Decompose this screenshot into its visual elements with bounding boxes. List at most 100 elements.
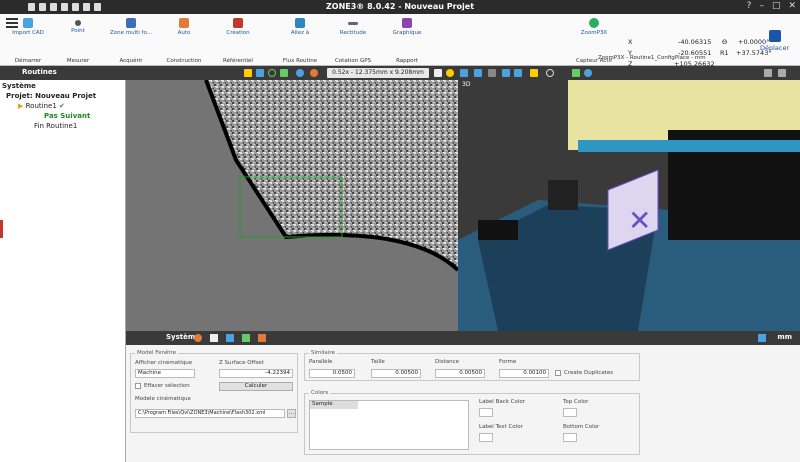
probe-icon[interactable] [530,69,538,77]
x-value: -40.06315 [678,38,712,46]
tree-end[interactable]: Fin Routine1 [34,122,77,130]
sun-icon[interactable] [244,69,252,77]
minimize-icon[interactable]: – [759,1,764,11]
creation-icon[interactable] [233,18,243,28]
point-icon[interactable] [75,20,81,26]
effacer-checkbox[interactable] [135,383,141,389]
panel-edge-marker [0,220,3,238]
title-bar: ZONE3® 8.0.42 - Nouveau Projet ? – □ ✕ [0,0,800,14]
zone-multi-focus-icon[interactable] [126,18,136,28]
colors-group: Colors Sample Label Back Color Top Color… [304,390,640,455]
select-circle-icon[interactable] [546,69,554,77]
edit-icon[interactable] [758,334,766,342]
ribbon-group-cotation-gps: Rectitude Cotation GPS [334,14,372,66]
pointer-icon[interactable] [256,69,264,77]
svg-text:✕: ✕ [628,204,651,237]
label-back-color-picker[interactable] [479,408,493,417]
allez-a-button[interactable]: Allez à [282,30,318,36]
rectitude-icon[interactable] [348,22,358,25]
close-icon[interactable]: ✕ [788,1,796,11]
top-color-picker[interactable] [563,408,577,417]
auto-icon[interactable] [179,18,189,28]
bottom-color-picker[interactable] [563,433,577,442]
deplacer-button[interactable]: Déplacer [760,30,789,52]
tool-icon[interactable] [764,69,772,77]
tree-routine[interactable]: ▶ Routine1 ✔ [18,102,65,110]
x-label: X [628,38,633,46]
import-cad-button[interactable]: Import CAD [10,30,46,36]
grid-icon[interactable] [474,69,482,77]
3d-view-label: 3D [462,81,471,88]
zone-multi-focus-button[interactable]: Zone multi fo... [110,30,152,36]
zoom-status: ZoomP3X - Routine1_ConfigPlace - mm [598,55,706,61]
crosshair-icon[interactable] [460,69,468,77]
camera-image [126,80,458,331]
camera-icon[interactable] [488,69,496,77]
point-tool-icon[interactable] [584,69,592,77]
unit-label: mm [777,333,792,341]
tree-step[interactable]: Pas Suivant [44,112,90,120]
view-cube-icon[interactable] [514,69,522,77]
play-icon: ▶ [18,102,24,110]
ribbon: Import CAD Démarrer Point Mesurer Zone m… [0,14,800,68]
light-icon[interactable] [310,69,318,77]
help-icon[interactable]: ? [747,1,752,11]
target-icon[interactable] [296,69,304,77]
figure-icon[interactable] [242,334,250,342]
allez-a-icon[interactable] [295,18,305,28]
browse-button[interactable]: ... [287,409,296,418]
view-toolbar: Routines 0.52x - 12.375mm x 9.208mm [0,66,800,80]
calculer-button[interactable]: Calculer [219,382,293,391]
maximize-icon[interactable]: □ [772,1,781,11]
properties-panel: Model Fenêtre Afficher cinématique Machi… [126,345,800,462]
cube-icon[interactable] [502,69,510,77]
model-window-group: Model Fenêtre Afficher cinématique Machi… [130,350,298,433]
zoomp3x-button[interactable]: ZoomP3X [574,30,614,36]
creation-button[interactable]: Création [220,30,256,36]
import-cad-icon[interactable] [23,18,33,28]
circle-tool-icon[interactable] [268,69,276,77]
graphique-button[interactable]: Graphique [390,30,424,36]
window-title: ZONE3® 8.0.42 - Nouveau Projet [325,2,475,11]
graphique-icon[interactable] [402,18,412,28]
display-icon[interactable] [210,334,218,342]
ribbon-group-referentiel: Création Référentiel [220,14,256,66]
r1-label: R1 [720,49,729,57]
zoom-fit-icon[interactable] [434,69,442,77]
line-tool-icon[interactable] [280,69,288,77]
rectitude-button[interactable]: Rectitude [334,30,372,36]
z-surface-offset-input[interactable]: -4.22394 [219,369,293,378]
auto-button[interactable]: Auto [166,30,202,36]
properties-toolbar: Système mm [126,331,800,345]
similaire-group: Similaire Parallèle 0.0500 Taille 0.0050… [304,350,640,381]
expand-icon[interactable] [778,69,786,77]
parallele-input[interactable]: 0.0500 [309,369,355,378]
tree-system[interactable]: Système [2,82,36,90]
taille-input[interactable]: 0.00500 [371,369,421,378]
3d-view[interactable]: ✕ 3D [458,80,800,331]
create-duplicates-checkbox[interactable] [555,370,561,376]
ribbon-group-acquerir: Zone multi fo... Acquérir [110,14,152,66]
forme-input[interactable]: 0.00100 [499,369,549,378]
measure-line-icon[interactable] [572,69,580,77]
palette-icon[interactable] [258,334,266,342]
zoomp3x-icon[interactable] [589,18,599,28]
point-button[interactable]: Point [62,28,94,34]
zoom-readout[interactable]: 0.52x - 12.375mm x 9.208mm [327,68,429,78]
ribbon-group-mesurer: Point Mesurer [62,14,94,66]
properties-icon[interactable] [194,334,202,342]
bulb-icon[interactable] [446,69,454,77]
ribbon-group-rapport: Graphique Rapport [390,14,424,66]
label-text-color-picker[interactable] [479,433,493,442]
camera-view[interactable] [126,80,458,331]
distance-input[interactable]: 0.00500 [435,369,485,378]
tree-project[interactable]: Projet: Nouveau Projet [6,92,96,100]
chart-icon[interactable] [226,334,234,342]
kinematics-select[interactable]: Machine [135,369,195,378]
routine-tree: Système Projet: Nouveau Projet ▶ Routine… [0,80,126,462]
checkmark-icon: ✔ [59,102,65,110]
ribbon-group-construction: Auto Construction [166,14,202,66]
ribbon-group-flux-routine: Allez à Flux Routine [282,14,318,66]
routines-panel-title: Routines [22,68,57,76]
model-path-input[interactable]: C:\Program Files\Qvi\ZONE3\Machine\Flash… [135,409,285,418]
